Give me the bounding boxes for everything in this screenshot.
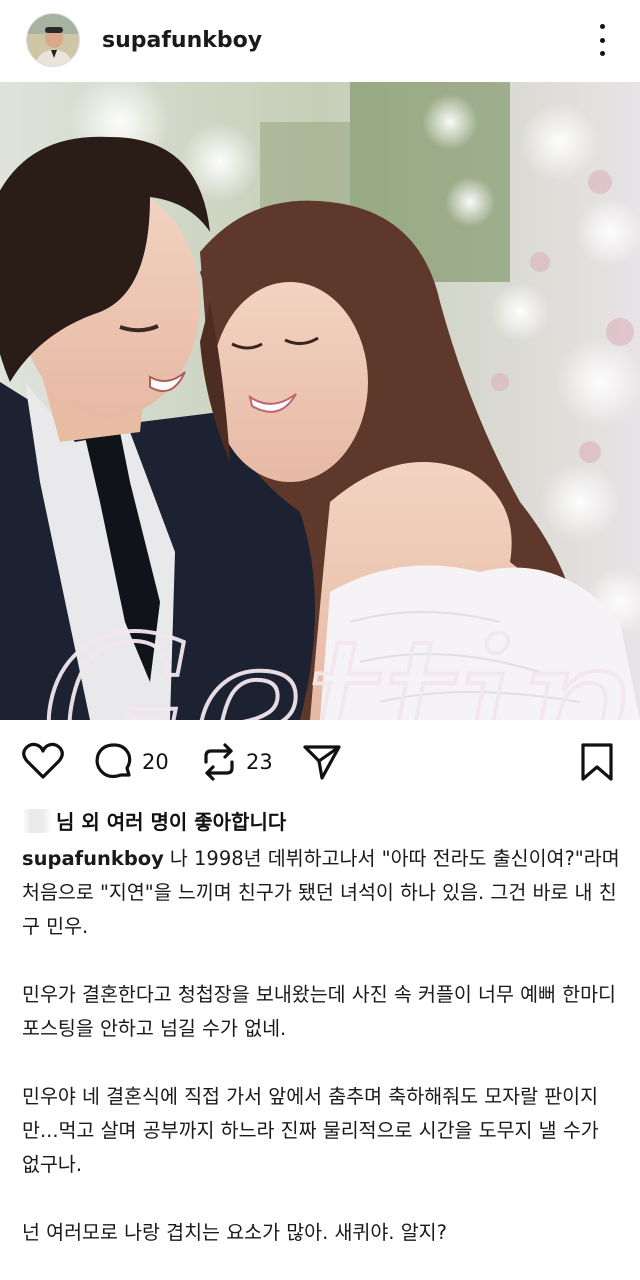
more-vertical-icon[interactable] xyxy=(592,22,612,58)
comment-count: 20 xyxy=(142,750,169,774)
blurred-username xyxy=(22,808,52,833)
post-image[interactable]: Getting xyxy=(0,82,640,720)
avatar[interactable] xyxy=(26,13,80,67)
repost-icon xyxy=(200,742,238,782)
post-header: supafunkboy xyxy=(0,0,640,80)
caption-paragraph: supafunkboy 나 1998년 데뷔하고나서 "아따 전라도 출신이여?"… xyxy=(22,842,622,944)
repost-button[interactable]: 23 xyxy=(200,742,273,782)
repost-count: 23 xyxy=(246,750,273,774)
caption-paragraph: 넌 여러모로 나랑 겹치는 요소가 많아. 새퀴야. 알지? xyxy=(22,1221,447,1244)
action-bar: 20 23 xyxy=(0,720,640,802)
post-caption: supafunkboy 나 1998년 데뷔하고나서 "아따 전라도 출신이여?"… xyxy=(22,842,622,1250)
comment-button[interactable]: 20 xyxy=(94,742,169,782)
send-icon xyxy=(302,742,342,782)
caption-paragraph: 민우가 결혼한다고 청첩장을 보내왔는데 사진 속 커플이 너무 예뻐 한마디 … xyxy=(22,983,616,1040)
comment-bubble-icon xyxy=(94,742,134,782)
image-overlay-text: Getting xyxy=(40,596,640,720)
likes-text: 님 외 여러 명이 좋아합니다 xyxy=(56,810,287,834)
heart-icon xyxy=(22,742,64,780)
caption-username[interactable]: supafunkboy xyxy=(22,847,164,870)
bookmark-icon xyxy=(580,742,614,782)
caption-paragraph: 민우야 네 결혼식에 직접 가서 앞에서 춤추며 축하해줘도 모자랄 판이지만.… xyxy=(22,1085,599,1176)
likes-summary[interactable]: 님 외 여러 명이 좋아합니다 xyxy=(22,806,286,835)
like-button[interactable] xyxy=(22,742,64,780)
save-button[interactable] xyxy=(580,742,614,782)
username[interactable]: supafunkboy xyxy=(102,28,262,53)
share-button[interactable] xyxy=(302,742,342,782)
